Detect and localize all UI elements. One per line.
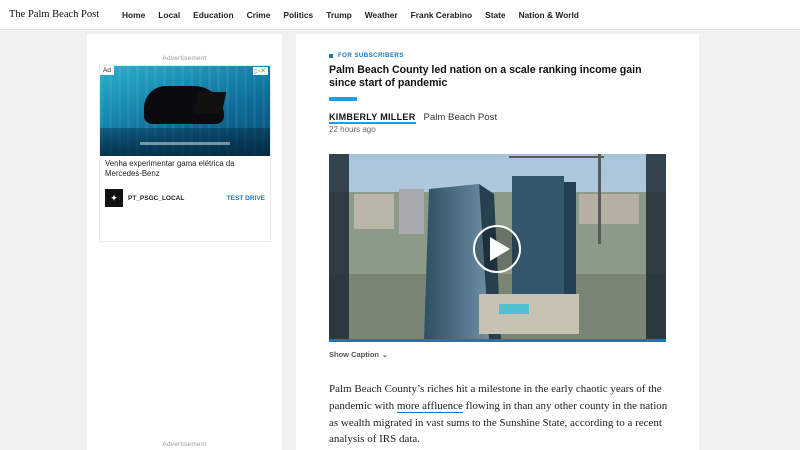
publish-timestamp: 22 hours ago [329,125,376,134]
video-thumbnail [329,154,666,342]
video-progress-bar [329,339,666,342]
article-body-paragraph: Palm Beach County’s riches hit a milesto… [329,381,679,448]
byline: KIMBERLY MILLER Palm Beach Post [329,112,497,124]
video-tower-right [512,176,564,306]
video-building-bg-3 [579,194,639,224]
nav-item-education[interactable]: Education [193,10,233,20]
video-tower-right-side [564,182,576,302]
video-building-bg-1 [354,194,394,229]
ad-image[interactable]: Ad ▷✕ [100,66,270,156]
show-caption-toggle[interactable]: Show Caption ⌄ [329,350,388,359]
show-caption-label: Show Caption [329,350,379,359]
ad-badge: Ad [100,66,114,75]
ad-text[interactable]: Venha experimentar gama elétrica da Merc… [105,159,265,179]
top-nav: The Palm Beach Post Home Local Education… [0,0,800,30]
video-pool [499,304,529,314]
nav-item-home[interactable]: Home [122,10,145,20]
author-link[interactable]: KIMBERLY MILLER [329,112,416,124]
kicker-square-icon [329,53,333,58]
ad-label-top: Advertisement [162,55,207,62]
author-source: Palm Beach Post [423,112,498,123]
more-affluence-link[interactable]: more affluence [396,399,463,413]
video-crane-jib [509,156,604,158]
ad-choices-icon[interactable]: ▷✕ [252,67,268,75]
video-crane-mast [598,154,601,244]
nav-item-trump[interactable]: Trump [326,10,352,20]
nav-item-frank-cerabino[interactable]: Frank Cerabino [411,10,472,20]
subscriber-kicker: FOR SUBSCRIBERS [329,52,404,59]
headline-accent-bar [329,97,357,101]
ad-label-bottom: Advertisement [162,441,207,448]
nav-item-state[interactable]: State [485,10,505,20]
chevron-down-icon: ⌄ [382,351,388,359]
video-player[interactable] [329,154,666,342]
nav-item-politics[interactable]: Politics [283,10,313,20]
ad-footer: ✦ PT_PSGC_LOCAL TEST DRIVE [105,189,265,207]
ad-rail: Advertisement Ad ▷✕ Venha experimentar g… [87,34,282,450]
ad-card[interactable]: Ad ▷✕ Venha experimentar gama elétrica d… [99,65,271,242]
kicker-label: FOR SUBSCRIBERS [338,52,404,59]
nav-item-nation-world[interactable]: Nation & World [519,10,579,20]
video-building-bg-2 [399,189,424,234]
article: FOR SUBSCRIBERS Palm Beach County led na… [296,34,699,450]
nav-item-weather[interactable]: Weather [365,10,398,20]
ad-car-door [193,92,227,114]
ad-image-caption [140,142,230,145]
section-nav: Home Local Education Crime Politics Trum… [122,10,592,20]
ad-cta-button[interactable]: TEST DRIVE [227,195,265,202]
article-headline: Palm Beach County led nation on a scale … [329,64,642,89]
nav-item-local[interactable]: Local [158,10,180,20]
video-frame-right [646,154,666,342]
nav-item-crime[interactable]: Crime [247,10,271,20]
mercedes-star-icon: ✦ [105,189,123,207]
video-frame-left [329,154,349,342]
ad-source: PT_PSGC_LOCAL [128,194,185,202]
site-logo[interactable]: The Palm Beach Post [9,9,113,20]
